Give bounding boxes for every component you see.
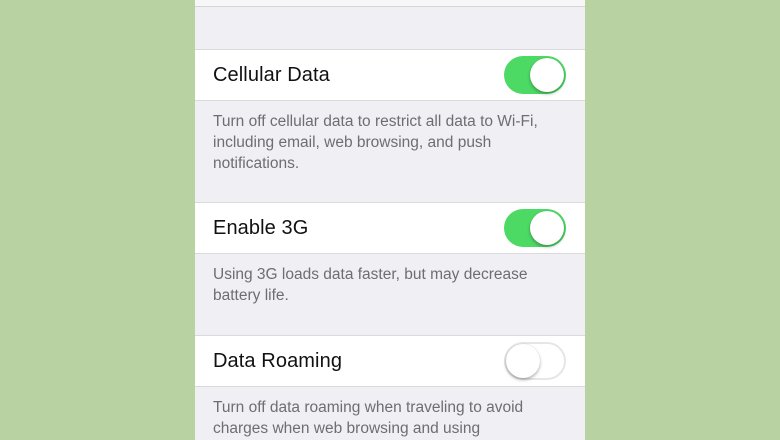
cellular-data-label: Cellular Data — [213, 64, 330, 86]
toggle-knob-icon — [530, 58, 564, 92]
toggle-knob-icon — [530, 211, 564, 245]
enable-3g-label: Enable 3G — [213, 217, 309, 239]
data-roaming-label: Data Roaming — [213, 350, 343, 372]
data-roaming-description: Turn off data roaming when traveling to … — [213, 399, 524, 437]
cellular-data-row[interactable]: Cellular Data — [195, 49, 585, 101]
enable-3g-row[interactable]: Enable 3G — [195, 202, 585, 254]
cellular-settings-screen: Cellular Data Turn off cellular data to … — [195, 0, 585, 440]
background: Cellular Data Turn off cellular data to … — [0, 0, 780, 440]
cellular-data-toggle[interactable] — [504, 56, 566, 94]
cellular-data-description: Turn off cellular data to restrict all d… — [213, 113, 538, 172]
data-roaming-row[interactable]: Data Roaming — [195, 335, 585, 387]
previous-section-edge — [195, 0, 585, 7]
enable-3g-toggle[interactable] — [504, 209, 566, 247]
data-roaming-toggle[interactable] — [504, 342, 566, 380]
enable-3g-description: Using 3G loads data faster, but may decr… — [213, 266, 528, 304]
toggle-knob-icon — [506, 344, 540, 378]
